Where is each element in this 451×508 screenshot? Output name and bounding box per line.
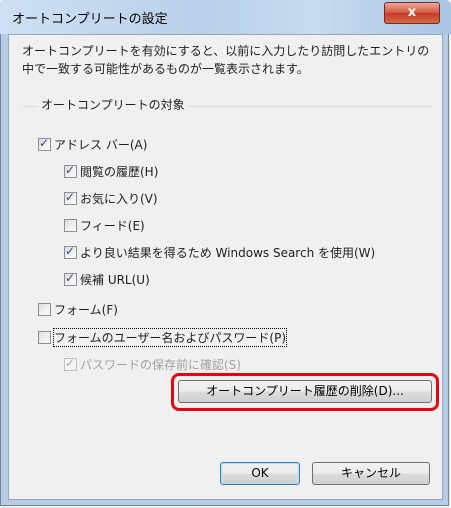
checkbox-suggest-url-label[interactable]: 候補 URL(U) [80, 271, 150, 288]
checkbox-suggest-url-box[interactable] [64, 271, 77, 286]
checkbox-feeds[interactable]: フィード(E) [64, 216, 145, 234]
checkbox-form-credentials[interactable]: フォームのユーザー名およびパスワード(P) [38, 327, 288, 347]
delete-history-button[interactable]: オートコンプリート履歴の削除(D)... [178, 380, 432, 403]
description-text: オートコンプリートを有効にすると、以前に入力したり訪問したエントリの中で一致する… [22, 44, 430, 76]
ok-button[interactable]: OK [220, 462, 300, 485]
checkbox-history[interactable]: 閲覧の履歴(H) [64, 162, 158, 180]
checkbox-windows-search-box[interactable] [64, 244, 77, 259]
checkbox-feeds-label[interactable]: フィード(E) [80, 217, 145, 234]
checkbox-forms[interactable]: フォーム(F) [38, 300, 118, 318]
checkbox-suggest-url[interactable]: 候補 URL(U) [64, 270, 150, 288]
checkbox-feeds-box[interactable] [64, 218, 77, 232]
checkbox-windows-search[interactable]: より良い結果を得るため Windows Search を使用(W) [64, 243, 375, 261]
checkbox-form-credentials-box[interactable] [38, 330, 51, 344]
checkbox-history-label[interactable]: 閲覧の履歴(H) [80, 163, 158, 180]
close-button[interactable]: x [384, 2, 440, 24]
checkbox-ask-before-save-label: パスワードの保存前に確認(S) [80, 357, 241, 372]
checkbox-forms-box[interactable] [38, 302, 51, 316]
checkbox-favorites-box[interactable] [64, 190, 77, 205]
close-icon: x [407, 5, 417, 20]
checkbox-forms-label[interactable]: フォーム(F) [54, 301, 118, 318]
checkbox-form-credentials-label[interactable]: フォームのユーザー名およびパスワード(P) [52, 327, 288, 347]
checkbox-address-bar-label[interactable]: アドレス バー(A) [54, 136, 147, 153]
title-bar[interactable]: オートコンプリートの設定 x [0, 0, 451, 34]
checkbox-ask-before-save-box [64, 356, 77, 371]
checkbox-favorites-label[interactable]: お気に入り(V) [80, 190, 158, 207]
checkbox-ask-before-save: パスワードの保存前に確認(S) [64, 355, 241, 373]
checkbox-history-box[interactable] [64, 163, 77, 178]
window-title: オートコンプリートの設定 [12, 12, 168, 27]
checkbox-favorites[interactable]: お気に入り(V) [64, 189, 158, 207]
checkbox-address-bar-box[interactable] [38, 136, 51, 151]
group-box-label: オートコンプリートの対象 [38, 96, 188, 113]
cancel-button[interactable]: キャンセル [312, 462, 430, 485]
checkbox-address-bar[interactable]: アドレス バー(A) [38, 135, 147, 153]
checkbox-windows-search-label[interactable]: より良い結果を得るため Windows Search を使用(W) [80, 244, 375, 261]
